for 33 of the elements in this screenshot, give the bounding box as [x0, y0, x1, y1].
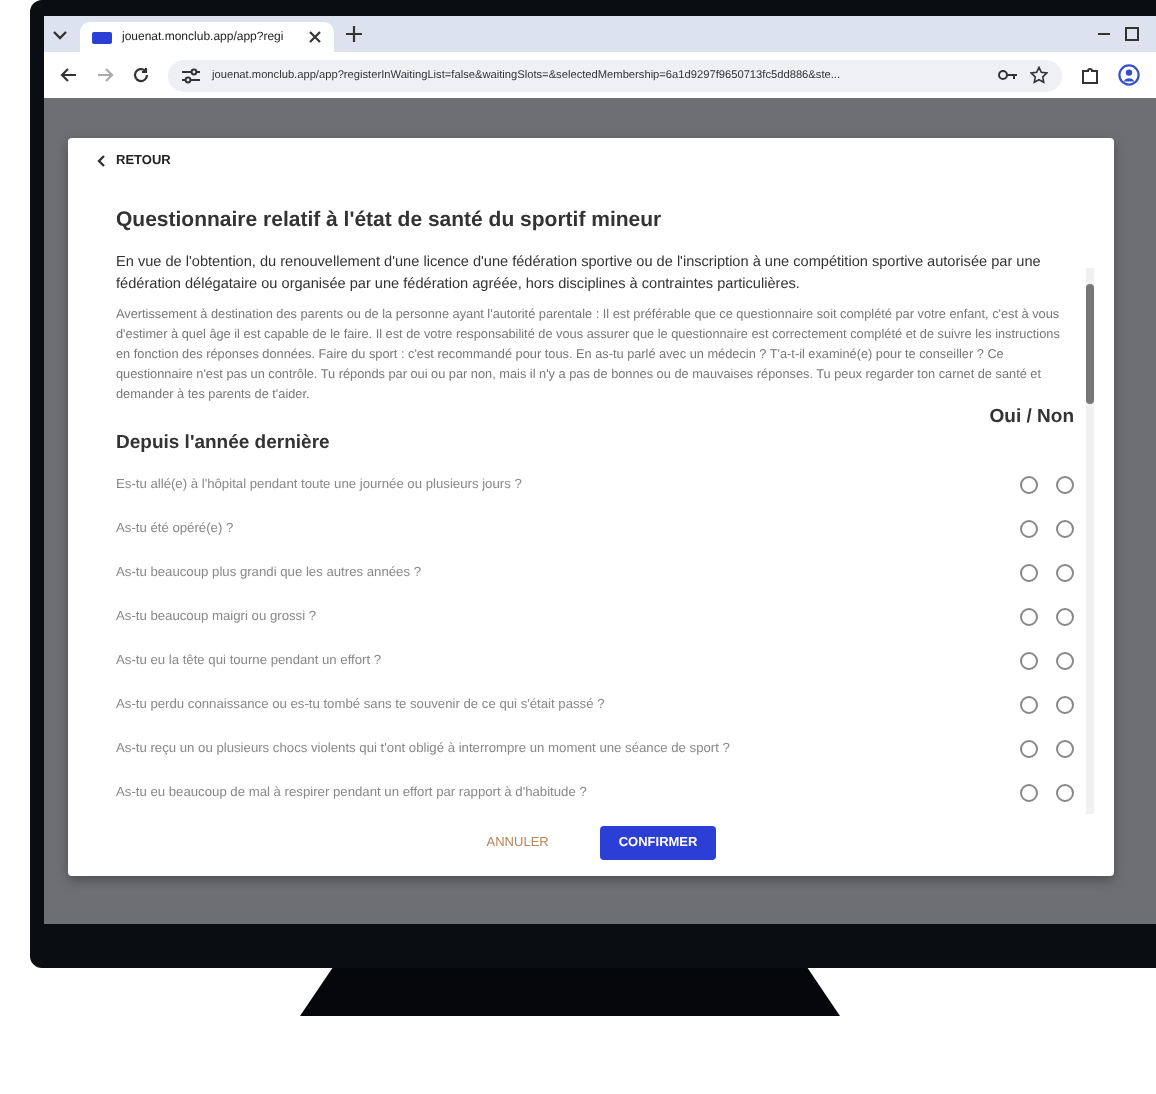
profile-icon[interactable] — [1118, 64, 1140, 86]
forward-arrow-icon[interactable] — [96, 66, 114, 84]
section-title: Depuis l'année dernière — [116, 432, 332, 454]
key-icon[interactable] — [998, 68, 1018, 82]
yes-radio[interactable] — [1020, 519, 1038, 537]
close-icon[interactable] — [308, 30, 322, 44]
yes-radio[interactable] — [1020, 563, 1038, 581]
maximize-icon[interactable] — [1124, 26, 1140, 42]
no-radio[interactable] — [1056, 783, 1074, 801]
no-radio[interactable] — [1056, 607, 1074, 625]
chevron-left-icon — [96, 154, 106, 168]
star-icon[interactable] — [1030, 66, 1048, 84]
yes-radio[interactable] — [1020, 607, 1038, 625]
answer-header: Oui / Non — [989, 406, 1074, 428]
no-radio[interactable] — [1056, 695, 1074, 713]
questionnaire-title: Questionnaire relatif à l'état de santé du sportif mineur — [116, 208, 664, 232]
site-settings-icon[interactable] — [182, 67, 200, 83]
logo-icon — [92, 31, 112, 43]
yes-radio[interactable] — [1020, 475, 1038, 493]
yes-radio[interactable] — [1020, 695, 1038, 713]
reload-icon[interactable] — [132, 66, 150, 84]
no-radio[interactable] — [1056, 475, 1074, 493]
yes-radio[interactable] — [1020, 739, 1038, 757]
back-arrow-icon[interactable] — [60, 66, 78, 84]
chevron-down-icon[interactable] — [52, 26, 68, 42]
no-radio[interactable] — [1056, 519, 1074, 537]
yes-radio[interactable] — [1020, 651, 1038, 669]
no-radio[interactable] — [1056, 739, 1074, 757]
extensions-icon[interactable] — [1080, 65, 1100, 85]
no-radio[interactable] — [1056, 563, 1074, 581]
new-tab-icon[interactable] — [346, 26, 362, 42]
yes-radio[interactable] — [1020, 783, 1038, 801]
no-radio[interactable] — [1056, 651, 1074, 669]
